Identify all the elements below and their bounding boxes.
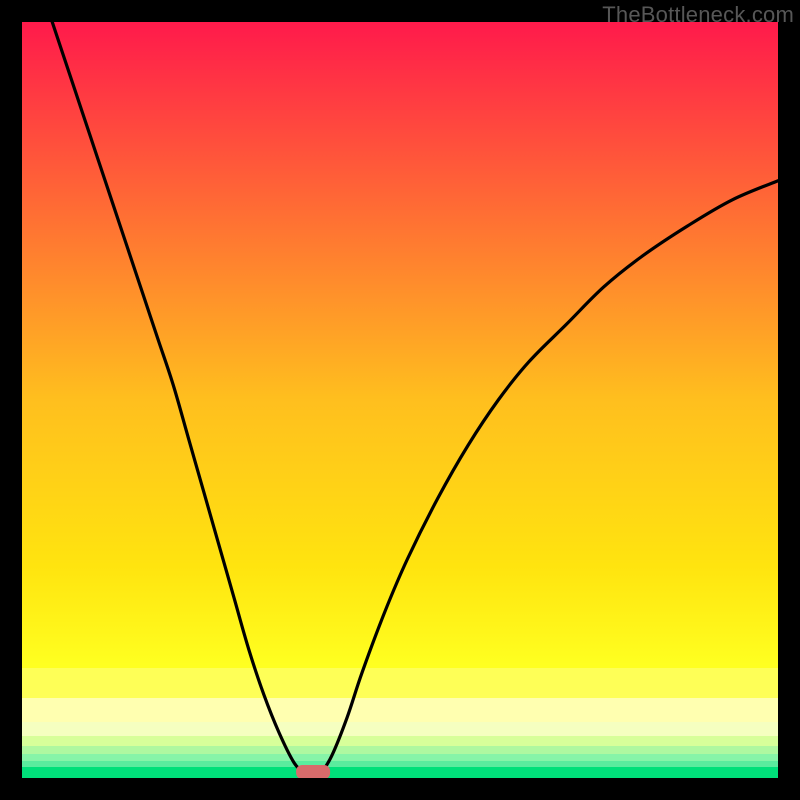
band-green-bottom	[22, 767, 778, 778]
band-pale-yellow-2	[22, 698, 778, 722]
band-pale-green-2	[22, 746, 778, 754]
chart-plot	[22, 22, 778, 778]
band-green-2	[22, 761, 778, 767]
gradient-background	[22, 22, 778, 778]
band-green-1	[22, 754, 778, 761]
band-pale-green-1	[22, 736, 778, 746]
band-cream	[22, 722, 778, 736]
optimum-marker	[296, 765, 330, 778]
band-pale-yellow-1	[22, 668, 778, 698]
watermark-text: TheBottleneck.com	[602, 2, 794, 28]
